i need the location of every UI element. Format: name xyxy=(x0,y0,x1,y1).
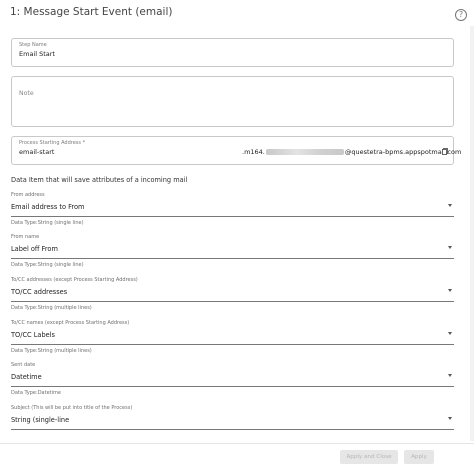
mapping-select-value[interactable]: Label off From xyxy=(11,245,58,253)
step-name-value[interactable]: Email Start xyxy=(19,50,55,58)
note-placeholder: Note xyxy=(19,90,34,97)
mapping-data-type: Data Type:Datetime xyxy=(11,390,61,396)
chevron-down-icon[interactable] xyxy=(448,289,452,292)
chevron-down-icon[interactable] xyxy=(448,246,452,249)
mapping-label: Subject (This will be put into title of … xyxy=(11,405,133,411)
select-underline xyxy=(11,344,454,345)
mapping-select-value[interactable]: Datetime xyxy=(11,373,42,381)
mapping-select-value[interactable]: TO/CC addresses xyxy=(11,288,67,296)
help-icon[interactable]: ? xyxy=(455,9,467,21)
apply-and-close-button[interactable]: Apply and Close xyxy=(340,450,398,464)
mapping-select-value[interactable]: String (single-line xyxy=(11,416,69,424)
section-title: Data Item that will save attributes of a… xyxy=(11,176,188,184)
mapping-select-value[interactable]: TO/CC Labels xyxy=(11,331,55,339)
step-name-label: Step Name xyxy=(19,42,47,48)
mapping-data-type: Data Type:String (multiple lines) xyxy=(11,348,92,354)
chevron-down-icon[interactable] xyxy=(448,374,452,377)
process-address-full: .m164. @questetra-bpms.appspotmail.com xyxy=(242,148,461,156)
copy-icon[interactable] xyxy=(442,148,448,155)
select-underline xyxy=(11,258,454,259)
mapping-label: From name xyxy=(11,234,40,240)
dialog-title: 1: Message Start Event (email) xyxy=(10,6,173,18)
mapping-label: From address xyxy=(11,192,45,198)
select-underline xyxy=(11,301,454,302)
mapping-label: To/CC addresses (except Process Starting… xyxy=(11,277,138,283)
chevron-down-icon[interactable] xyxy=(448,417,452,420)
mapping-select-value[interactable]: Email address to From xyxy=(11,203,84,211)
mapping-label: Sent date xyxy=(11,362,36,368)
mapping-label: To/CC names (except Process Starting Add… xyxy=(11,320,130,326)
footer-divider xyxy=(0,443,474,444)
mapping-data-type: Data Type:String (single line) xyxy=(11,262,84,268)
process-address-label: Process Starting Address * xyxy=(19,140,86,146)
mapping-data-type: Data Type:String (single line) xyxy=(11,220,84,226)
scrollbar[interactable] xyxy=(470,26,474,441)
note-field[interactable]: Note xyxy=(11,76,454,127)
chevron-down-icon[interactable] xyxy=(448,332,452,335)
process-address-field[interactable]: Process Starting Address * email-start .… xyxy=(11,136,461,165)
dialog-header: 1: Message Start Event (email) ? xyxy=(0,0,474,26)
apply-button[interactable]: Apply xyxy=(404,450,434,464)
redacted-address xyxy=(265,149,344,155)
address-prefix: .m164. xyxy=(242,148,265,156)
select-underline xyxy=(11,216,454,217)
question-mark-icon: ? xyxy=(458,10,464,19)
select-underline xyxy=(11,386,454,387)
step-name-field[interactable]: Step Name Email Start xyxy=(11,38,454,67)
select-underline xyxy=(11,429,454,430)
chevron-down-icon[interactable] xyxy=(448,204,452,207)
process-address-value[interactable]: email-start xyxy=(19,148,54,156)
mapping-data-type: Data Type:String (multiple lines) xyxy=(11,305,92,311)
